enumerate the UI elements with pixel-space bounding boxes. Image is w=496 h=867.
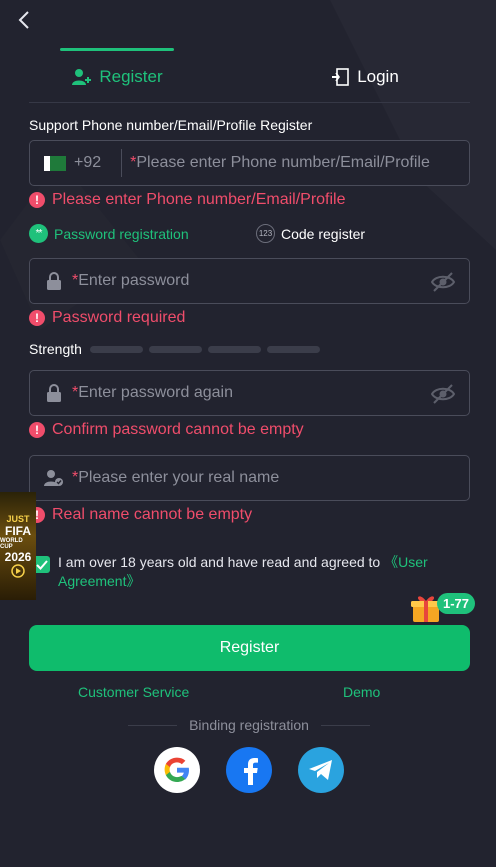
dial-code[interactable]: +92 [74, 154, 101, 172]
divider-line [320, 724, 371, 726]
field-divider [121, 149, 123, 177]
account-field[interactable]: +92 *Please enter Phone number/Email/Pro… [29, 140, 470, 186]
strength-bar [208, 346, 261, 353]
promo-line-1: JUST [6, 514, 30, 524]
facebook-icon [244, 758, 258, 785]
code-register-option[interactable]: 123 Code register [256, 224, 365, 243]
chevron-left-icon [18, 11, 29, 29]
account-error: ! Please enter Phone number/Email/Profil… [29, 191, 346, 209]
confirm-password-input[interactable]: *Enter password again [72, 384, 233, 402]
demo-link[interactable]: Demo [343, 684, 380, 700]
binding-registration-divider: Binding registration [128, 717, 371, 733]
telegram-login-button[interactable] [298, 747, 344, 793]
divider-line [128, 724, 178, 726]
real-name-error-text: Real name cannot be empty [52, 506, 253, 523]
gift-badge[interactable]: 1-77 [437, 593, 476, 614]
tab-register[interactable]: Register [60, 52, 174, 102]
password-error: ! Password required [29, 309, 185, 327]
facebook-login-button[interactable] [226, 747, 272, 793]
code-register-label: Code register [281, 225, 366, 242]
promo-line-4: 2026 [4, 550, 32, 564]
check-icon [35, 559, 48, 570]
confirm-password-error: ! Confirm password cannot be empty [29, 421, 304, 439]
strength-meter [90, 346, 320, 353]
fifa-world-cup-promo[interactable]: JUST FIFA WORLD CUP 2026 [0, 492, 36, 600]
account-error-text: Please enter Phone number/Email/Profile [52, 191, 346, 208]
real-name-error: ! Real name cannot be empty [29, 506, 252, 524]
real-name-input[interactable]: *Please enter your real name [72, 469, 279, 487]
telegram-icon [309, 760, 332, 780]
error-icon: ! [29, 422, 45, 438]
real-name-field[interactable]: *Please enter your real name [29, 455, 470, 501]
tab-login-label: Login [357, 67, 399, 86]
password-dots-icon: ** [29, 224, 48, 243]
error-icon: ! [29, 192, 45, 208]
strength-label: Strength [29, 341, 82, 357]
lock-icon [44, 271, 64, 291]
strength-bar [149, 346, 202, 353]
password-registration-option[interactable]: ** Password registration [29, 224, 189, 243]
password-error-text: Password required [52, 309, 186, 326]
back-button[interactable] [12, 8, 36, 32]
play-icon [11, 564, 25, 578]
password-field[interactable]: *Enter password [29, 258, 470, 304]
customer-service-link[interactable]: Customer Service [78, 684, 189, 700]
number-code-icon: 123 [256, 224, 275, 243]
confirm-password-error-text: Confirm password cannot be empty [52, 421, 304, 438]
promo-line-3: WORLD CUP [0, 538, 23, 550]
google-icon [164, 757, 189, 782]
account-input[interactable]: *Please enter Phone number/Email/Profile [130, 154, 430, 172]
strength-bar [90, 346, 143, 353]
tabs-divider [29, 102, 470, 103]
agreement-text: I am over 18 years old and have read and… [58, 554, 428, 589]
promo-line-2: FIFA [5, 524, 31, 538]
user-check-icon [44, 468, 64, 488]
eye-off-icon[interactable] [431, 271, 455, 293]
tab-register-label: Register [99, 67, 163, 86]
password-input[interactable]: *Enter password [72, 272, 189, 290]
eye-off-icon[interactable] [431, 383, 455, 405]
login-door-icon [332, 68, 349, 86]
password-registration-label: Password registration [54, 225, 189, 242]
google-login-button[interactable] [154, 747, 200, 793]
strength-bar [267, 346, 320, 353]
lock-icon [44, 383, 64, 403]
pakistan-flag-icon [44, 155, 66, 171]
register-button[interactable]: Register [29, 625, 470, 671]
error-icon: ! [29, 310, 45, 326]
tab-login[interactable]: Login [320, 52, 410, 102]
agreement-row: I am over 18 years old and have read and… [33, 553, 463, 591]
confirm-password-field[interactable]: *Enter password again [29, 370, 470, 416]
account-label: Support Phone number/Email/Profile Regis… [29, 117, 313, 133]
active-tab-indicator [60, 48, 174, 51]
binding-registration-label: Binding registration [189, 717, 309, 733]
add-user-icon [72, 69, 92, 85]
